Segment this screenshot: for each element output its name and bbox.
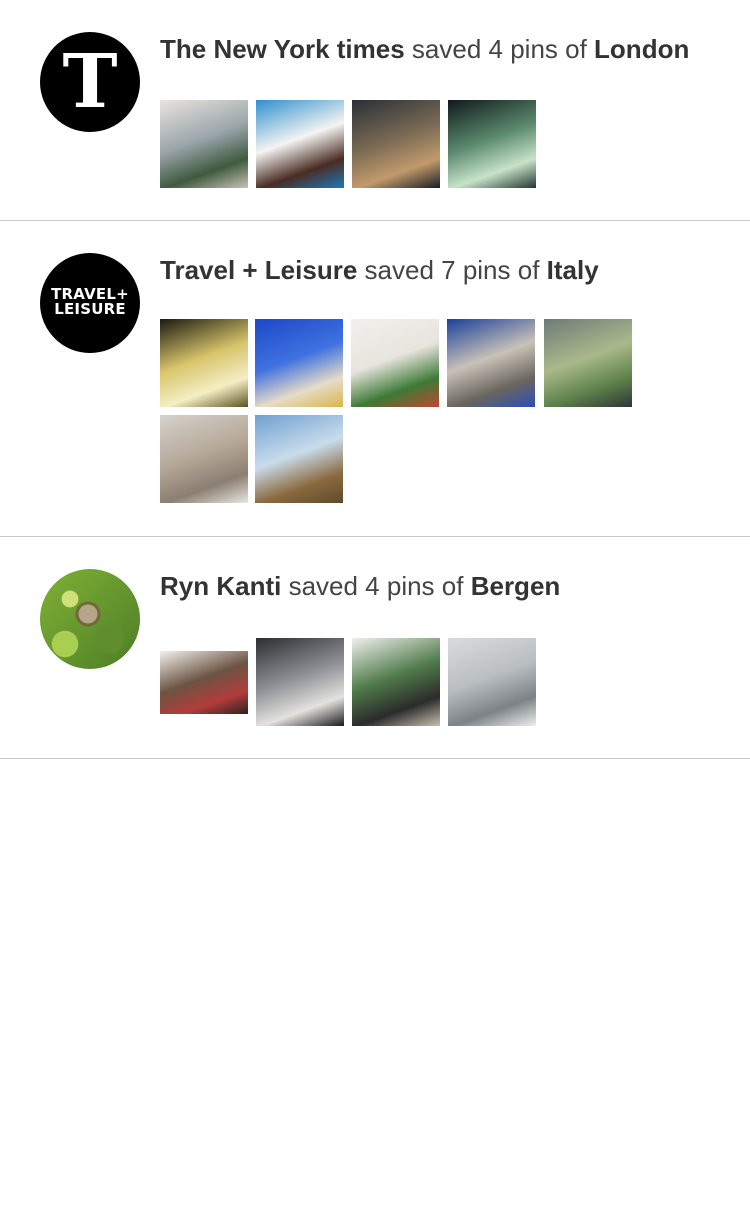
user-name-link[interactable]: Travel + Leisure: [160, 255, 357, 285]
user-name-link[interactable]: The New York times: [160, 34, 405, 64]
cafe-person-thumb[interactable]: [352, 638, 440, 726]
feed-item[interactable]: TRAVEL+ LEISURE Travel + Leisure saved 7…: [0, 221, 750, 537]
board-name-link[interactable]: Bergen: [471, 571, 561, 601]
user-name-link[interactable]: Ryn Kanti: [160, 571, 281, 601]
board-name-link[interactable]: London: [594, 34, 689, 64]
aurora-thumb[interactable]: [448, 100, 536, 188]
travel-leisure-wordmark: TRAVEL+ LEISURE: [51, 285, 129, 318]
action-text: saved 4 pins of: [288, 571, 464, 601]
window-plants-thumb[interactable]: [351, 319, 439, 407]
feed-headline: Travel + Leisure saved 7 pins of Italy: [160, 254, 599, 286]
milk-cookies-thumb[interactable]: [256, 100, 344, 188]
dancer-thumb[interactable]: [352, 100, 440, 188]
curved-building-thumb[interactable]: [447, 319, 535, 407]
feed-headline: The New York times saved 4 pins of Londo…: [160, 33, 689, 65]
gold-installation-thumb[interactable]: [160, 319, 248, 407]
feed-headline: Ryn Kanti saved 4 pins of Bergen: [160, 570, 560, 602]
nyt-logo-icon[interactable]: T: [40, 32, 140, 132]
action-text: saved 4 pins of: [411, 34, 587, 64]
paris-street-thumb[interactable]: [160, 100, 248, 188]
feed-item[interactable]: Ryn Kanti saved 4 pins of Bergen: [0, 537, 750, 759]
leaf-stone-avatar-icon[interactable]: [40, 569, 140, 669]
board-name-link[interactable]: Italy: [547, 255, 599, 285]
stone-street-thumb[interactable]: [160, 415, 248, 503]
foggy-canal-thumb[interactable]: [448, 638, 536, 726]
beach-boardwalk-thumb[interactable]: [255, 319, 343, 407]
canyon-sky-thumb[interactable]: [255, 415, 343, 503]
travel-leisure-logo-icon[interactable]: TRAVEL+ LEISURE: [40, 253, 140, 353]
black-building-thumb[interactable]: [256, 638, 344, 726]
feed-item[interactable]: T The New York times saved 4 pins of Lon…: [0, 0, 750, 221]
action-text: saved 7 pins of: [364, 255, 540, 285]
window-forest-thumb[interactable]: [544, 319, 632, 407]
shop-interior-thumb[interactable]: [160, 651, 248, 714]
